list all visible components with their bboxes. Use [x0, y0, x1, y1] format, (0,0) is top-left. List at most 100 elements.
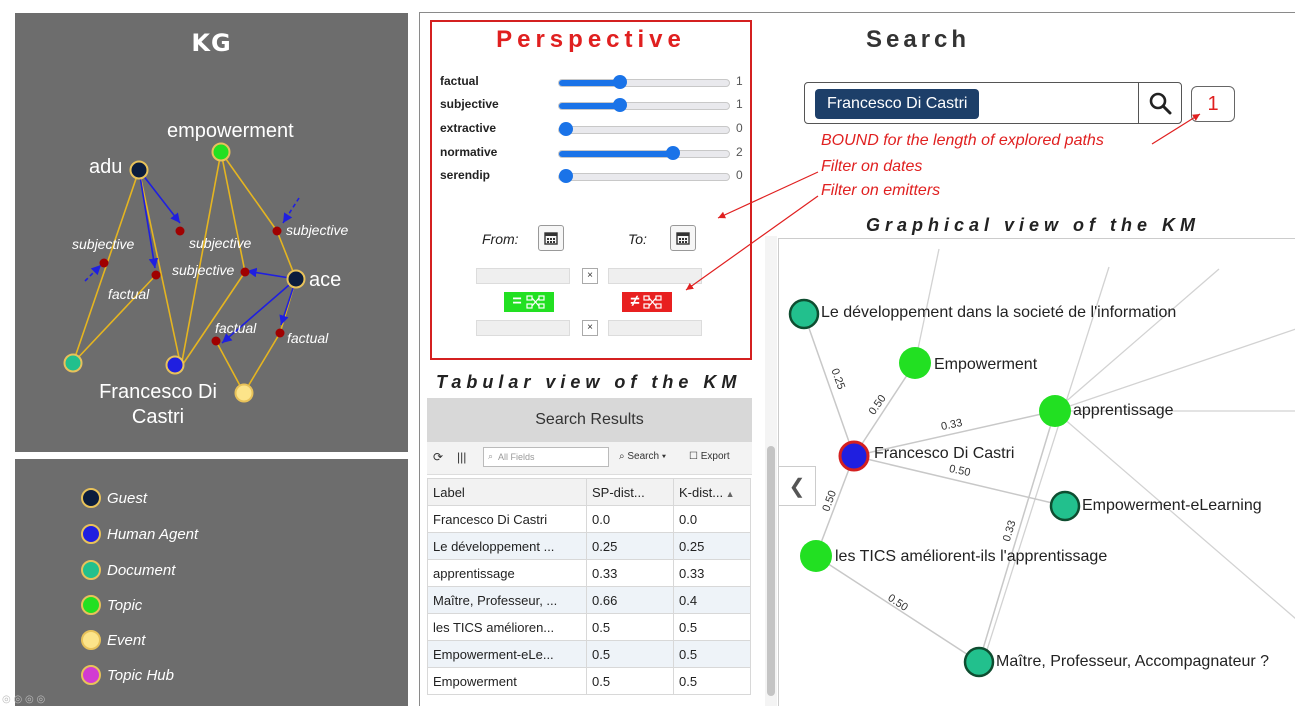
export-label: Export [700, 451, 730, 462]
node-maitre[interactable] [963, 646, 995, 678]
node-label-maitre: Maître, Professeur, Accompagnateur ? [996, 653, 1270, 670]
slider-extractive[interactable]: extractive 0 [440, 119, 743, 139]
cell-sp-dist: 0.25 [586, 532, 674, 560]
cell-label: Empowerment-eLe... [427, 640, 587, 668]
topic-swatch [81, 595, 101, 615]
refresh-icon[interactable]: ⟳ [433, 450, 443, 464]
legend-label: Topic Hub [107, 666, 174, 684]
table-row[interactable]: Le développement ... 0.25 0.25 [427, 532, 751, 560]
node-tics[interactable] [800, 540, 832, 572]
cell-k-dist: 0.5 [673, 613, 751, 641]
search-query-chip[interactable]: Francesco Di Castri [815, 89, 980, 119]
column-header-k-dist[interactable]: K-dist... ▲ [673, 478, 751, 506]
emitter-exclude-input[interactable] [476, 320, 570, 336]
cell-k-dist: 0.0 [673, 505, 751, 533]
columns-icon[interactable]: ||| [457, 450, 466, 464]
clear-exclude-button[interactable]: × [582, 320, 598, 336]
emitter-include-input-2[interactable] [608, 268, 702, 284]
slider-factual[interactable]: factual 1 [440, 72, 743, 92]
slider-knob[interactable] [613, 75, 628, 89]
network-icon [526, 295, 545, 309]
column-header-label[interactable]: Label [427, 478, 587, 506]
equal-symbol: = [512, 293, 522, 310]
slider-track[interactable] [558, 98, 730, 112]
bound-input[interactable]: 1 [1191, 86, 1235, 122]
slider-knob[interactable] [558, 122, 573, 136]
node-apprentissage[interactable] [1039, 395, 1071, 427]
emitter-exclude-input-2[interactable] [608, 320, 702, 336]
kg-label-subjective-1: subjective [72, 236, 135, 252]
node-francesco[interactable] [838, 440, 870, 472]
kg-label-subjective-3: subjective [172, 262, 235, 278]
results-table: Label SP-dist... K-dist... ▲ Francesco D… [427, 478, 751, 695]
cell-sp-dist: 0.0 [586, 505, 674, 533]
cell-k-dist: 0.5 [673, 667, 751, 695]
cell-sp-dist: 0.5 [586, 613, 674, 641]
node-empowerment-elearning[interactable] [1049, 490, 1081, 522]
slider-serendip[interactable]: serendip 0 [440, 166, 743, 186]
node-label-elearning: Empowerment-eLearning [1082, 497, 1262, 514]
not-equal-symbol: ≠ [630, 293, 640, 310]
table-row[interactable]: les TICS amélioren... 0.5 0.5 [427, 613, 751, 641]
table-header-row: Label SP-dist... K-dist... ▲ [427, 478, 751, 506]
search-button[interactable] [1138, 83, 1181, 123]
note-dates: Filter on dates [821, 158, 923, 175]
document-swatch [81, 560, 101, 580]
table-row[interactable]: apprentissage 0.33 0.33 [427, 559, 751, 587]
node-empowerment[interactable] [899, 347, 931, 379]
search-results-panel: Search Results ⟳ ||| ⌕ All Fields ⌕ Sear… [427, 398, 752, 704]
node-doc-developpement[interactable] [788, 298, 820, 330]
table-search-input[interactable]: ⌕ All Fields [483, 447, 609, 467]
slider-knob[interactable] [613, 98, 628, 112]
perspective-panel: Perspective factual 1 subjective 1 extra… [430, 20, 752, 360]
cell-k-dist: 0.4 [673, 586, 751, 614]
search-box[interactable]: Francesco Di Castri [804, 82, 1182, 124]
node-label-empowerment: Empowerment [934, 356, 1038, 373]
search-results-header: Search Results [427, 398, 752, 442]
slider-track[interactable] [558, 122, 730, 136]
collapse-panel-button[interactable]: ❮ [778, 466, 816, 506]
legend-item-topic: Topic [81, 593, 142, 617]
table-row[interactable]: Francesco Di Castri 0.0 0.0 [427, 505, 751, 533]
legend-label: Guest [107, 489, 148, 507]
table-search-button[interactable]: ⌕ Search ▾ [619, 451, 666, 462]
legend-item-human-agent: Human Agent [81, 522, 198, 546]
slider-track[interactable] [558, 146, 730, 160]
graph-title: Graphical view of the KM [866, 215, 1201, 235]
note-bound: BOUND for the length of explored paths [821, 132, 1104, 149]
slider-subjective[interactable]: subjective 1 [440, 95, 743, 115]
legend-item-topic-hub: Topic Hub [81, 663, 174, 687]
search-icon: ⌕ [488, 451, 494, 461]
table-row[interactable]: Maître, Professeur, ... 0.66 0.4 [427, 586, 751, 614]
slider-track[interactable] [558, 75, 730, 89]
slider-track[interactable] [558, 169, 730, 183]
emitter-include-input[interactable] [476, 268, 570, 284]
vertical-scrollbar[interactable] [765, 236, 777, 706]
cell-label: Francesco Di Castri [427, 505, 587, 533]
slider-knob[interactable] [665, 146, 680, 160]
export-button[interactable]: ☐ Export [689, 451, 730, 462]
to-calendar-button[interactable] [670, 225, 696, 251]
calendar-icon [676, 232, 690, 245]
graph-view[interactable]: Le développement dans la societé de l'in… [778, 238, 1295, 706]
slider-normative[interactable]: normative 2 [440, 143, 743, 163]
kg-label-subjective-4: subjective [286, 222, 349, 238]
cell-sp-dist: 0.33 [586, 559, 674, 587]
slider-knob[interactable] [558, 169, 573, 183]
scrollbar-thumb[interactable] [767, 446, 775, 696]
network-icon [643, 295, 662, 309]
kg-panel: KG empowerment adu ace Francesco Di Cast… [15, 13, 408, 452]
table-row[interactable]: Empowerment 0.5 0.5 [427, 667, 751, 695]
legend-label: Topic [107, 596, 143, 614]
clear-include-button[interactable]: × [582, 268, 598, 284]
chevron-left-icon: ❮ [788, 475, 806, 498]
from-calendar-button[interactable] [538, 225, 564, 251]
table-row[interactable]: Empowerment-eLe... 0.5 0.5 [427, 640, 751, 668]
kg-label-ace: ace [309, 269, 342, 291]
legend-panel: Guest Human Agent Document Topic Event T… [15, 459, 408, 706]
equal-filter-button[interactable]: = [504, 292, 554, 312]
slider-label: extractive [440, 121, 497, 135]
sort-asc-icon[interactable]: ▲ [723, 489, 735, 499]
column-header-sp-dist[interactable]: SP-dist... [586, 478, 674, 506]
not-equal-filter-button[interactable]: ≠ [622, 292, 672, 312]
